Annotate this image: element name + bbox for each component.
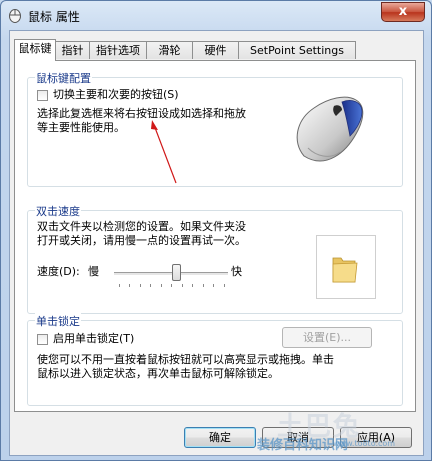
slow-label: 慢: [88, 265, 99, 278]
double-click-description-line1: 双击文件夹以检测您的设置。如果文件夹没: [37, 220, 246, 233]
tab-wheel[interactable]: 滑轮: [146, 41, 193, 59]
slider-tick: [161, 284, 162, 287]
tab-hardware[interactable]: 硬件: [192, 41, 239, 59]
click-lock-title: 单击锁定: [35, 313, 81, 329]
tab-page-buttons: 鼠标键配置 切换主要和次要的按钮(S) 选择此复选框来将右按钮设成如选择和拖放 …: [14, 60, 416, 412]
click-lock-label[interactable]: 启用单击锁定(T): [53, 332, 134, 346]
watermark-url: www.to8to.com: [333, 439, 396, 448]
click-lock-description-line1: 使您可以不用一直按着鼠标按钮就可以高亮显示或拖拽。单击: [37, 353, 334, 366]
double-click-title: 双击速度: [35, 203, 81, 219]
slider-tick: [171, 284, 172, 287]
slider-tick: [224, 284, 225, 287]
click-lock-group: 单击锁定 启用单击锁定(T) 设置(E)... 使您可以不用一直按着鼠标按钮就可…: [27, 313, 403, 406]
switch-description-line1: 选择此复选框来将右按钮设成如选择和拖放: [37, 107, 246, 120]
click-lock-checkbox[interactable]: [37, 334, 48, 345]
mouse-picture: [296, 96, 364, 162]
slider-tick: [192, 284, 193, 287]
mouse-properties-window: 鼠标 属性 x 鼠标键 指针 指针选项 滑轮 硬件 SetPoint Setti…: [0, 0, 432, 461]
double-click-description-line2: 打开或关闭，请用慢一点的设置再试一次。: [37, 234, 246, 247]
slider-tick: [150, 284, 151, 287]
slider-tick: [129, 284, 130, 287]
slider-tick: [119, 284, 120, 287]
switch-buttons-checkbox[interactable]: [37, 90, 48, 101]
window-title: 鼠标 属性: [28, 10, 80, 24]
mouse-app-icon: [9, 9, 21, 23]
tab-pointers[interactable]: 指针: [55, 41, 90, 59]
tab-setpoint-settings[interactable]: SetPoint Settings: [238, 41, 356, 59]
slider-thumb[interactable]: [172, 264, 181, 281]
tab-pointer-options[interactable]: 指针选项: [89, 41, 147, 59]
title-bar[interactable]: 鼠标 属性 x: [1, 1, 431, 29]
switch-buttons-label[interactable]: 切换主要和次要的按钮(S): [53, 88, 179, 102]
annotation-arrow: [151, 120, 177, 184]
switch-description-line2: 等主要性能使用。: [37, 121, 125, 134]
ok-button[interactable]: 确定: [184, 427, 256, 448]
folder-icon[interactable]: [331, 252, 359, 284]
click-lock-settings-button[interactable]: 设置(E)...: [282, 327, 372, 348]
close-button[interactable]: x: [381, 2, 425, 22]
close-icon: x: [398, 4, 408, 19]
slider-tick: [203, 284, 204, 287]
speed-slider[interactable]: [114, 263, 230, 293]
test-folder-area[interactable]: [316, 235, 376, 299]
tab-buttons[interactable]: 鼠标键: [14, 39, 56, 61]
button-config-group: 鼠标键配置 切换主要和次要的按钮(S) 选择此复选框来将右按钮设成如选择和拖放 …: [27, 70, 403, 187]
slider-tick: [182, 284, 183, 287]
double-click-speed-group: 双击速度 双击文件夹以检测您的设置。如果文件夹没 打开或关闭，请用慢一点的设置再…: [27, 203, 403, 314]
slider-tick: [213, 284, 214, 287]
slider-track[interactable]: [114, 272, 228, 276]
click-lock-description-line2: 鼠标以进入锁定状态，再次单击鼠标可解除锁定。: [37, 367, 279, 380]
button-config-title: 鼠标键配置: [35, 70, 92, 86]
dialog-body: 鼠标键 指针 指针选项 滑轮 硬件 SetPoint Settings 鼠标键配…: [9, 30, 424, 456]
speed-label: 速度(D):: [37, 265, 80, 278]
slider-tick: [140, 284, 141, 287]
fast-label: 快: [231, 265, 242, 278]
